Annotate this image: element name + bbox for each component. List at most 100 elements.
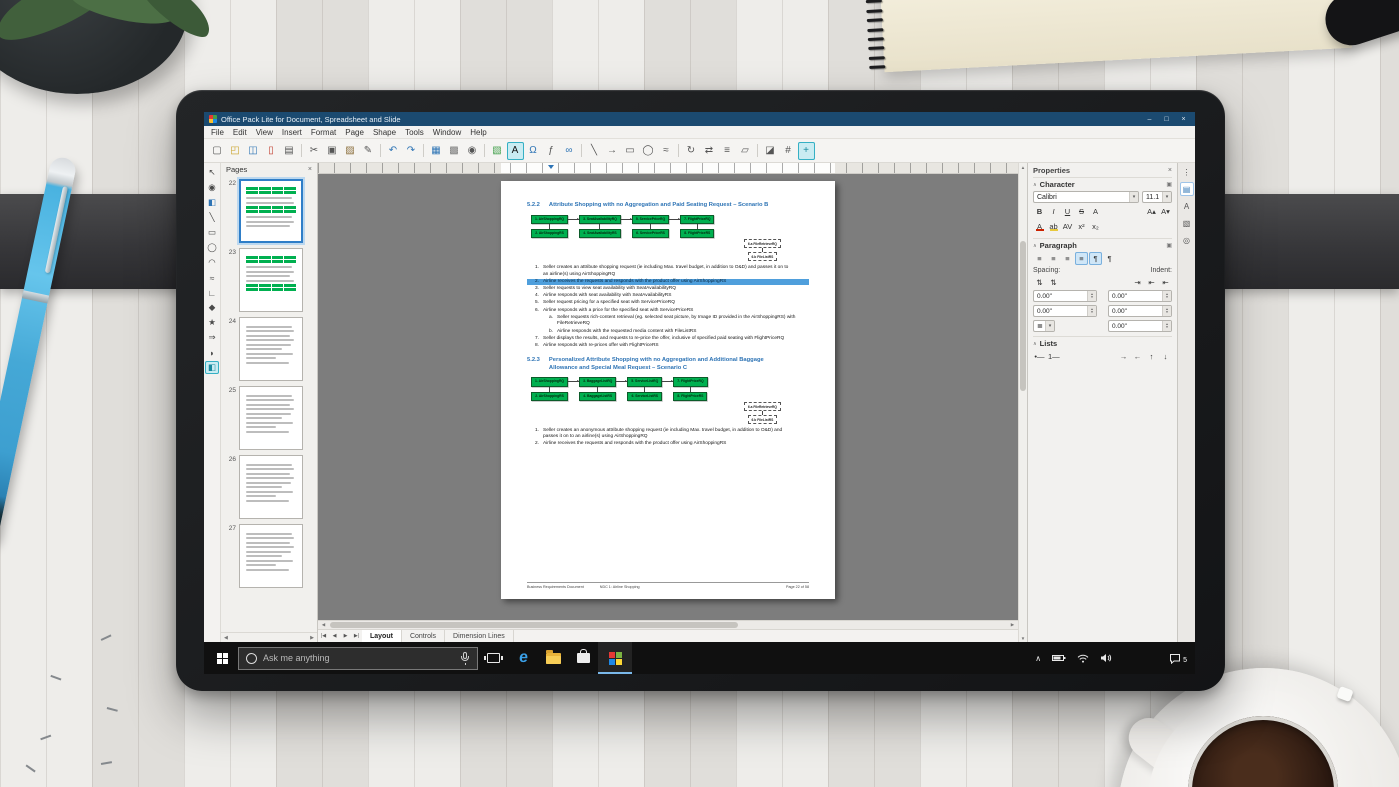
styles-tab[interactable]: A [1180,199,1194,213]
menu-item-page[interactable]: Page [345,128,364,137]
edge-button[interactable]: e [508,642,538,674]
microphone-icon[interactable] [460,651,470,665]
character-spacing-button[interactable]: AV [1061,220,1074,233]
callouts-tool[interactable]: ◗ [205,346,219,359]
crop-button[interactable]: # [780,142,797,160]
cut-button[interactable]: ✂ [306,142,323,160]
ltr-paragraph-button[interactable]: ¶ [1089,252,1102,265]
display-grid-button[interactable]: ▩ [446,142,463,160]
office-pack-app-button[interactable] [598,642,632,674]
chevron-down-icon[interactable]: ▾ [1162,192,1171,202]
insert-hyperlink-button[interactable]: ∞ [561,142,578,160]
decrease-font-size-button[interactable]: A▾ [1159,205,1172,218]
search-input[interactable] [263,653,454,663]
spacing-above-stepper[interactable]: 0.00" ▴ ▾ [1033,290,1097,302]
scroll-left-icon[interactable]: ◀ [319,622,328,628]
decrease-indent-button[interactable]: ⇤ [1145,276,1158,289]
horizontal-scroll-thumb[interactable] [330,622,738,628]
properties-tab[interactable]: ▤ [1179,182,1194,196]
pages-panel-close-icon[interactable]: × [308,166,312,173]
navigator-tab[interactable]: ◎ [1180,233,1194,247]
tab-controls[interactable]: Controls [402,630,446,642]
nav-first-icon[interactable]: |◀ [318,630,329,642]
rtl-paragraph-button[interactable]: ¶ [1103,252,1116,265]
font-color-button[interactable]: A [1033,220,1046,233]
menu-item-shape[interactable]: Shape [373,128,396,137]
vertical-scrollbar[interactable]: ▲ ▼ [1018,163,1027,642]
move-down-button[interactable]: ↓ [1159,350,1172,363]
page-thumbnail-27[interactable] [239,524,303,588]
insert-ellipse-button[interactable]: ◯ [640,142,657,160]
menu-item-format[interactable]: Format [311,128,336,137]
nav-next-icon[interactable]: ▶ [340,630,351,642]
copy-button[interactable]: ▣ [324,142,341,160]
zoom-tool[interactable]: ◉ [205,181,219,194]
task-view-button[interactable] [478,642,508,674]
scroll-up-icon[interactable]: ▲ [1021,163,1025,171]
promote-button[interactable]: ← [1131,350,1144,363]
fill-color-tool[interactable]: ◧ [205,196,219,209]
subscript-button[interactable]: x₂ [1089,220,1102,233]
page-thumbnail-22[interactable] [239,179,303,243]
font-name-select[interactable]: Calibri ▾ [1033,191,1139,203]
indent-after-stepper[interactable]: 0.00" ▴ ▾ [1108,305,1172,317]
increase-indent-button[interactable]: ⇥ [1131,276,1144,289]
scroll-right-icon[interactable]: ▶ [1008,622,1017,628]
basic-shapes-tool[interactable]: ◆ [205,301,219,314]
insert-shape-tool[interactable]: ◧ [205,361,219,374]
page-thumbnail-26[interactable] [239,455,303,519]
tab-dimension-lines[interactable]: Dimension Lines [445,630,514,642]
bullet-list-button[interactable]: •— [1033,350,1046,363]
redo-button[interactable]: ↷ [403,142,420,160]
hidden-icons-chevron[interactable]: ∧ [1035,654,1041,663]
pages-scroll-left-icon[interactable]: ◀ [224,635,228,641]
start-button[interactable] [210,645,234,671]
new-document-button[interactable]: ▢ [209,142,226,160]
helplines-button[interactable]: + [797,141,815,160]
horizontal-scrollbar[interactable]: ◀ ▶ [318,620,1018,629]
increase-paragraph-spacing-button[interactable]: ⇅ [1033,276,1046,289]
pages-panel-scrollbar[interactable]: ◀ ▶ [221,632,317,642]
select-tool[interactable]: ↖ [205,166,219,179]
superscript-button[interactable]: x² [1075,220,1088,233]
volume-icon[interactable] [1100,653,1112,663]
collapse-caret-icon[interactable]: ∧ [1033,182,1037,188]
collapse-caret-icon[interactable]: ∧ [1033,341,1037,347]
document-canvas[interactable]: 5.2.2 Attribute Shopping with no Aggregat… [318,174,1018,620]
rotate-button[interactable]: ↻ [683,142,700,160]
demote-button[interactable]: → [1117,350,1130,363]
strikethrough-button[interactable]: S [1075,205,1088,218]
first-line-indent-stepper[interactable]: 0.00" ▴ ▾ [1108,320,1172,332]
insert-arrow-button[interactable]: → [604,142,621,160]
spacing-below-stepper[interactable]: 0.00" ▴ ▾ [1033,305,1097,317]
symbol-shapes-tool[interactable]: ★ [205,316,219,329]
menu-item-tools[interactable]: Tools [405,128,424,137]
collapse-caret-icon[interactable]: ∧ [1033,243,1037,249]
cortana-search-box[interactable] [238,646,478,670]
maximize-button[interactable]: □ [1160,114,1173,125]
paragraph-dialog-icon[interactable]: ▣ [1166,242,1172,249]
document-page[interactable]: 5.2.2 Attribute Shopping with no Aggregat… [501,181,835,599]
page-thumbnail-24[interactable] [239,317,303,381]
nav-last-icon[interactable]: ▶| [351,630,362,642]
action-center-button[interactable]: 5 [1169,653,1187,664]
flip-button[interactable]: ⇄ [701,142,718,160]
zoom-button[interactable]: ◉ [464,142,481,160]
align-left-button[interactable]: ≡ [1033,252,1046,265]
arrange-button[interactable]: ▱ [737,142,754,160]
align-objects-button[interactable]: ≡ [719,142,736,160]
insert-line-button[interactable]: ╲ [586,142,603,160]
store-button[interactable] [568,642,598,674]
line-tool[interactable]: ╲ [205,211,219,224]
numbered-list-button[interactable]: 1— [1047,350,1061,363]
shadow-button[interactable]: ◪ [762,142,779,160]
wifi-icon[interactable] [1077,654,1089,663]
undo-button[interactable]: ↶ [385,142,402,160]
page-thumbnail-23[interactable] [239,248,303,312]
rectangle-tool[interactable]: ▭ [205,226,219,239]
tab-layout[interactable]: Layout [362,630,402,642]
ellipse-tool[interactable]: ◯ [205,241,219,254]
align-center-button[interactable]: ≡ [1047,252,1060,265]
indent-before-stepper[interactable]: 0.00" ▴ ▾ [1108,290,1172,302]
insert-table-button[interactable]: ▦ [428,142,445,160]
